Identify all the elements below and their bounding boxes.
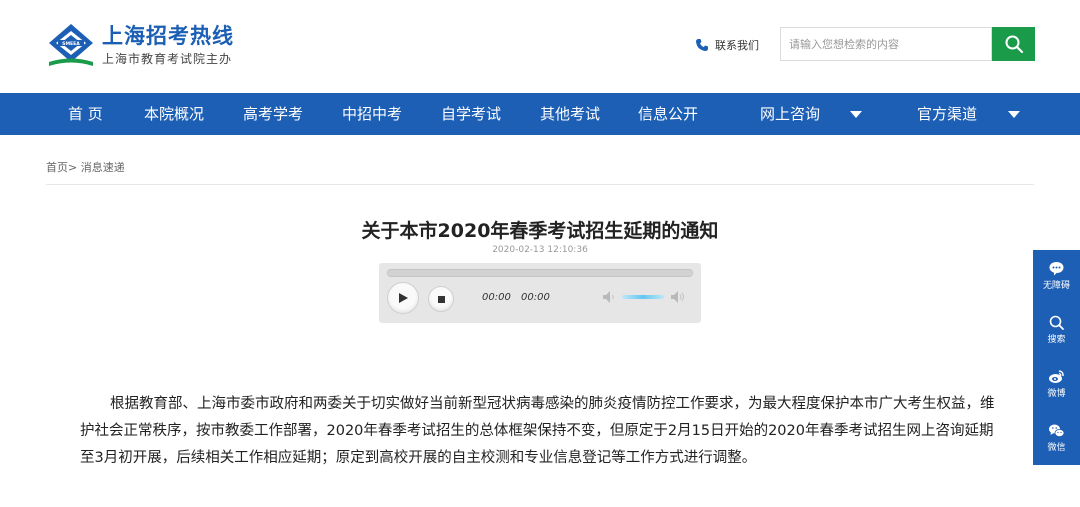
- search-button[interactable]: [992, 27, 1035, 61]
- accessibility-button[interactable]: 无障碍: [1033, 250, 1080, 302]
- article-body: 根据教育部、上海市委市政府和两委关于切实做好当前新型冠状病毒感染的肺炎疫情防控工…: [80, 396, 995, 466]
- play-button[interactable]: [387, 282, 419, 314]
- side-item-label: 微信: [1047, 443, 1066, 453]
- phone-icon: [696, 39, 708, 51]
- audio-current-time: 00:00: [482, 292, 511, 303]
- nav-item-self-study[interactable]: 自学考试: [441, 93, 501, 135]
- wechat-button[interactable]: 微信: [1033, 412, 1080, 464]
- chevron-down-icon[interactable]: [1008, 111, 1020, 118]
- site-title[interactable]: 上海招考热线: [102, 20, 234, 50]
- article-date: 2020-02-13 12:10:36: [492, 245, 588, 255]
- nav-item-info-public[interactable]: 信息公开: [638, 93, 698, 135]
- audio-duration: 00:00: [521, 292, 550, 303]
- breadcrumb: 首页> 消息速递: [46, 159, 125, 175]
- volume-high-icon[interactable]: [670, 290, 686, 304]
- nav-item-about[interactable]: 本院概况: [144, 93, 204, 135]
- nav-item-gaokao[interactable]: 高考学考: [243, 93, 303, 135]
- nav-item-zhongkao[interactable]: 中招中考: [342, 93, 402, 135]
- search-icon: [1049, 315, 1064, 330]
- volume-slider[interactable]: [622, 295, 664, 299]
- search-input[interactable]: [780, 27, 992, 61]
- audio-progress-bar[interactable]: [387, 269, 693, 277]
- side-item-label: 搜索: [1047, 335, 1066, 345]
- main-nav: 首 页 本院概况 高考学考 中招中考 自学考试 其他考试 信息公开 网上咨询 官…: [0, 93, 1080, 135]
- nav-item-official-channels[interactable]: 官方渠道: [917, 93, 977, 135]
- contact-us-label: 联系我们: [715, 39, 759, 52]
- nav-item-other-exams[interactable]: 其他考试: [540, 93, 600, 135]
- play-icon: [399, 293, 408, 303]
- nav-item-home[interactable]: 首 页: [68, 93, 103, 135]
- article-title: 关于本市2020年春季考试招生延期的通知: [361, 220, 719, 242]
- nav-item-online-consult[interactable]: 网上咨询: [760, 93, 820, 135]
- breadcrumb-current: 消息速递: [80, 161, 125, 174]
- volume-low-icon[interactable]: [602, 290, 618, 304]
- wechat-icon: [1049, 424, 1065, 437]
- search-icon: [1005, 35, 1023, 54]
- logo-text: SMEEA: [62, 41, 80, 47]
- site-header: SMEEA 上海招考热线 上海市教育考试院主办 联系我们: [0, 0, 1080, 93]
- side-item-label: 微博: [1047, 389, 1066, 399]
- breadcrumb-home[interactable]: 首页>: [46, 161, 77, 174]
- chat-bubble-icon: [1049, 262, 1064, 276]
- side-item-label: 无障碍: [1042, 281, 1070, 291]
- site-subtitle: 上海市教育考试院主办: [102, 52, 233, 66]
- divider: [46, 184, 1034, 185]
- weibo-icon: [1049, 370, 1064, 383]
- contact-us-link[interactable]: 联系我们: [695, 37, 759, 53]
- smeea-logo-icon[interactable]: SMEEA: [46, 22, 96, 68]
- weibo-button[interactable]: 微博: [1033, 358, 1080, 410]
- side-toolbar: 无障碍 搜索 微博 微信: [1033, 250, 1080, 465]
- side-search-button[interactable]: 搜索: [1033, 304, 1080, 356]
- chevron-down-icon[interactable]: [850, 111, 862, 118]
- stop-button[interactable]: [428, 286, 454, 312]
- stop-icon: [437, 295, 445, 303]
